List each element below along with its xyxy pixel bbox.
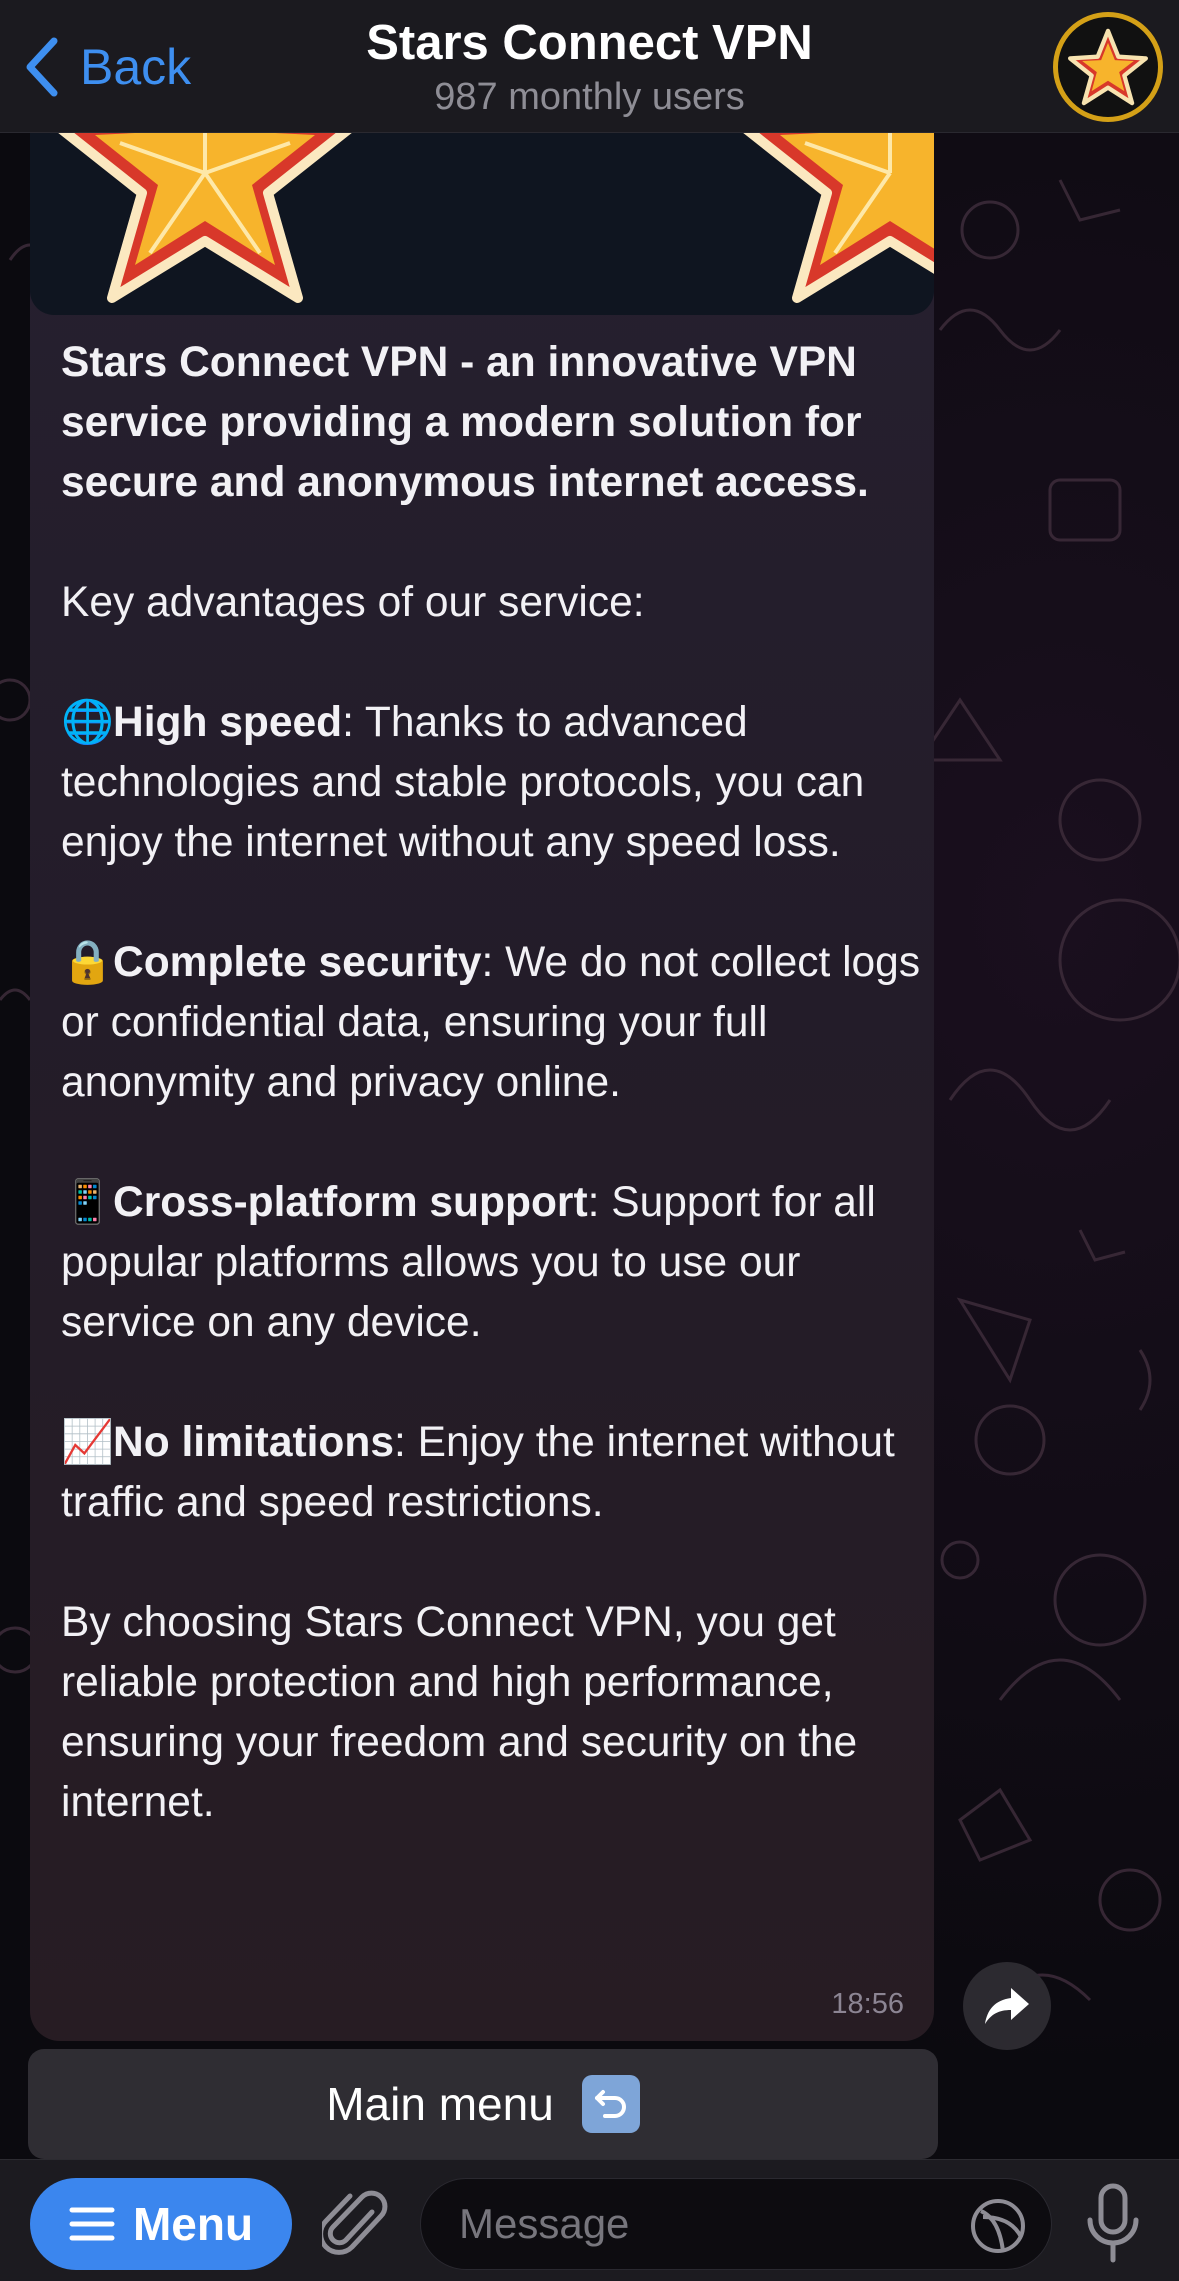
- feature-item: 📱Cross-platform support: Support for all…: [61, 1173, 921, 1353]
- forward-button[interactable]: [963, 1962, 1051, 2050]
- feature-item: 🌐High speed: Thanks to advanced technolo…: [61, 693, 921, 873]
- chat-title-area[interactable]: Stars Connect VPN 987 monthly users: [0, 12, 1179, 120]
- message-bubble: Stars Connect VPN - an innovative VPN se…: [30, 133, 934, 2041]
- lock-icon: 🔒: [61, 939, 114, 986]
- bot-menu-button[interactable]: Menu: [30, 2178, 292, 2270]
- bot-avatar[interactable]: [1053, 12, 1163, 122]
- feature-item: 📈No limitations: Enjoy the internet with…: [61, 1413, 921, 1533]
- message-media-banner[interactable]: [30, 133, 934, 315]
- sticker-icon[interactable]: [969, 2197, 1027, 2255]
- main-menu-button[interactable]: Main menu: [28, 2049, 938, 2159]
- composer-bar: Menu: [0, 2159, 1179, 2281]
- star-illustration-icon: [58, 133, 934, 303]
- globe-icon: 🌐: [61, 699, 114, 746]
- feature-item: 🔒Complete security: We do not collect lo…: [61, 933, 921, 1113]
- advantages-heading: Key advantages of our service:: [61, 579, 645, 626]
- message-input-wrapper: [420, 2178, 1052, 2270]
- chat-screen: Back Stars Connect VPN 987 monthly users: [0, 0, 1179, 2281]
- feature-title: High speed: [113, 699, 343, 746]
- share-arrow-icon: [985, 1988, 1029, 2024]
- feature-title: No limitations: [113, 1419, 394, 1466]
- message-text: Stars Connect VPN - an innovative VPN se…: [61, 333, 921, 1833]
- star-logo-icon: [1068, 28, 1148, 106]
- paperclip-icon[interactable]: [322, 2184, 392, 2264]
- feature-title: Complete security: [113, 939, 482, 986]
- message-input[interactable]: [459, 2179, 939, 2269]
- chat-header: Back Stars Connect VPN 987 monthly users: [0, 0, 1179, 133]
- phone-icon: 📱: [61, 1179, 114, 1226]
- main-menu-label: Main menu: [326, 2078, 554, 2130]
- microphone-icon[interactable]: [1082, 2182, 1144, 2266]
- return-arrow-icon: [581, 2075, 640, 2133]
- menu-label: Menu: [132, 2198, 254, 2250]
- message-time: 18:56: [831, 1988, 904, 2020]
- hamburger-icon: [69, 2207, 115, 2241]
- message-closing: By choosing Stars Connect VPN, you get r…: [61, 1599, 858, 1826]
- message-intro: Stars Connect VPN - an innovative VPN se…: [61, 339, 869, 506]
- chat-title: Stars Connect VPN: [366, 16, 813, 70]
- chat-subtitle: 987 monthly users: [434, 76, 745, 118]
- feature-title: Cross-platform support: [113, 1179, 588, 1226]
- chart-icon: 📈: [61, 1419, 114, 1466]
